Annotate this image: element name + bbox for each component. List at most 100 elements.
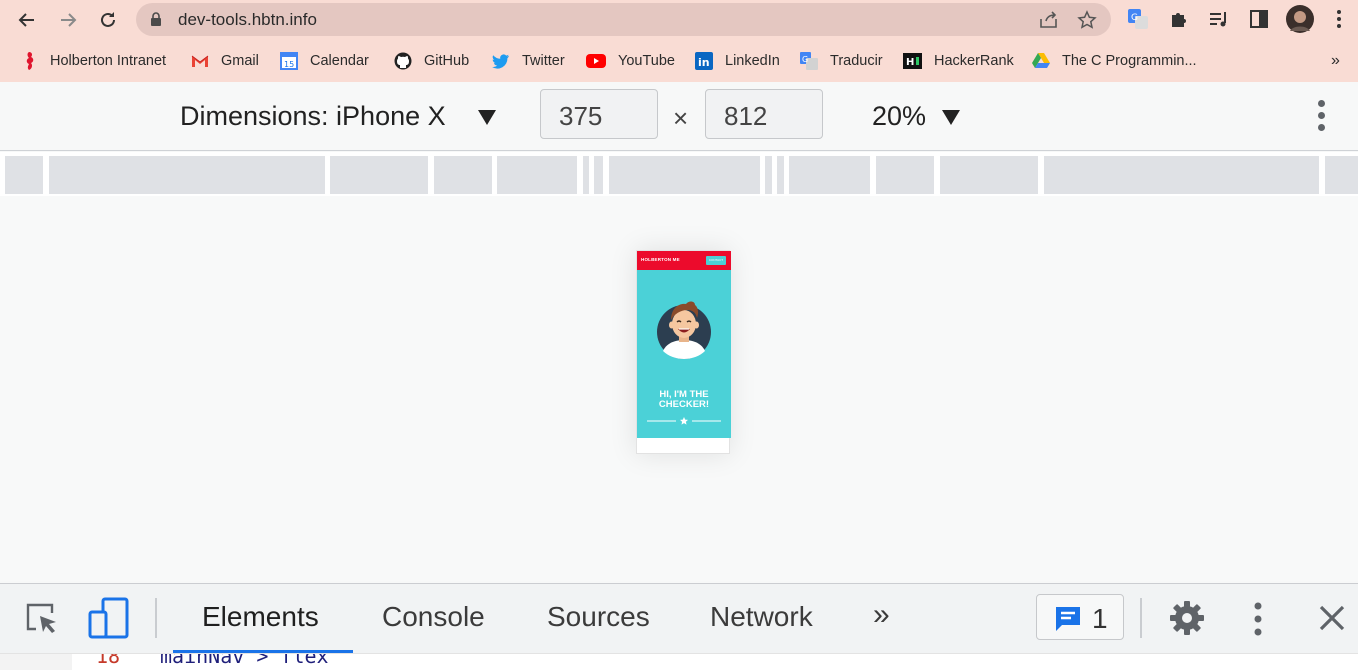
calendar-icon: 15 [280,52,298,70]
more-tabs-chevron-icon[interactable]: » [873,598,890,632]
close-devtools-icon[interactable] [1318,604,1346,632]
bookmark-github[interactable]: GitHub [394,50,469,72]
media-query-segment[interactable] [594,156,603,194]
url-text: dev-tools.hbtn.info [178,10,317,29]
side-panel-button[interactable] [1247,7,1271,31]
device-dimensions-select[interactable]: Dimensions: iPhone X [180,101,446,132]
browser-chrome: dev-tools.hbtn.info G Holberton Intranet [0,0,1358,82]
toolbar-divider [155,598,157,638]
bookmark-traducir[interactable]: G Traducir [800,50,883,72]
bookmark-linkedin[interactable]: in LinkedIn [695,50,780,72]
bookmark-label: GitHub [424,53,470,69]
device-toolbar: Dimensions: iPhone X 375 × 812 20% [0,82,1358,151]
bookmark-label: Twitter [522,53,565,69]
media-query-segment[interactable] [609,156,760,194]
bookmark-label: The C Programmin... [1062,53,1197,69]
dimensions-dropdown-icon[interactable] [478,110,496,125]
devtools-menu-icon[interactable] [1252,601,1264,637]
overflow-chevron-icon: » [1331,52,1340,69]
media-query-segment[interactable] [497,156,577,194]
zoom-select[interactable]: 20% [872,101,926,132]
extensions-button[interactable] [1167,7,1191,31]
profile-avatar[interactable] [1286,5,1314,33]
bookmark-c-programming[interactable]: The C Programmin... [1032,50,1197,72]
inspect-element-icon[interactable] [24,601,60,637]
line-number: 18 [96,653,121,668]
bookmark-label: Gmail [221,53,259,69]
bookmark-youtube[interactable]: YouTube [586,50,675,72]
star-divider-icon [647,417,721,425]
forward-arrow-icon [61,13,77,27]
media-query-segment[interactable] [330,156,428,194]
lock-icon [151,12,161,26]
device-toolbar-menu-button[interactable] [1314,100,1328,136]
bookmark-label: LinkedIn [725,53,780,69]
svg-text:15: 15 [284,60,294,69]
kebab-menu-icon [1337,10,1341,28]
translate-ext-icon: G [1128,9,1148,29]
bookmark-label: Traducir [830,53,883,69]
media-query-segment[interactable] [49,156,325,194]
tab-elements[interactable]: Elements [202,601,319,633]
svg-text:in: in [698,56,710,69]
media-query-segment[interactable] [1044,156,1319,194]
browser-menu-button[interactable] [1327,7,1351,31]
tab-console[interactable]: Console [382,601,485,633]
device-toggle-icon[interactable] [88,597,130,639]
address-bar[interactable]: dev-tools.hbtn.info [136,3,1111,36]
linkedin-icon: in [695,52,713,70]
address-row: dev-tools.hbtn.info G [0,0,1358,40]
devtools-tabbar: Elements Console Sources Network » 1 [0,583,1358,654]
back-button[interactable] [14,7,40,33]
reload-button[interactable] [95,7,121,33]
media-query-segment[interactable] [876,156,934,194]
youtube-icon [586,52,606,70]
translate-icon: G [800,52,818,70]
bookmark-gmail[interactable]: Gmail [191,50,259,72]
phone-contact-button[interactable]: CONTACT [706,256,726,265]
gmail-icon [191,52,209,70]
bookmark-holberton-intranet[interactable]: Holberton Intranet [20,50,166,72]
tab-sources[interactable]: Sources [547,601,650,633]
settings-gear-icon[interactable] [1168,599,1206,637]
elements-code-panel: 18 mainNav > flex [0,653,1358,670]
media-list-icon [1210,12,1226,27]
media-query-segment[interactable] [434,156,492,194]
tab-network[interactable]: Network [710,601,813,633]
hackerrank-icon: H [903,52,922,70]
github-icon [394,52,412,70]
media-query-segment[interactable] [5,156,43,194]
media-query-segment[interactable] [777,156,784,194]
height-input[interactable]: 812 [705,89,823,139]
issues-count: 1 [1092,603,1108,634]
reading-list-button[interactable] [1207,7,1231,31]
bookmarks-overflow-button[interactable]: » [1331,50,1340,72]
star-icon[interactable] [1077,10,1097,30]
puzzle-icon [1172,13,1186,27]
phone-brand: HOLBERTON ME [641,257,680,262]
svg-text:G: G [1131,13,1138,23]
bookmark-hackerrank[interactable]: H HackerRank [903,50,1014,72]
media-query-segment[interactable] [583,156,589,194]
bookmark-twitter[interactable]: Twitter [492,50,565,72]
share-icon[interactable] [1038,10,1060,30]
google-translate-extension[interactable]: G [1126,7,1150,31]
holberton-icon [20,52,38,70]
dimension-separator: × [673,103,689,133]
back-arrow-icon [18,13,34,27]
zoom-dropdown-icon[interactable] [942,110,960,125]
code-text[interactable]: mainNav > flex [160,654,329,668]
bookmark-calendar[interactable]: 15 Calendar [280,50,369,72]
media-query-segment[interactable] [789,156,870,194]
media-query-segment[interactable] [940,156,1038,194]
svg-text:H: H [906,57,914,68]
phone-preview[interactable]: HOLBERTON ME CONTACT HI, I'M THE CHECKER… [636,250,731,454]
forward-button[interactable] [55,7,81,33]
width-input[interactable]: 375 [540,89,658,139]
media-query-segment[interactable] [765,156,772,194]
svg-text:G: G [802,55,808,64]
drive-icon [1032,52,1050,70]
media-query-segment[interactable] [1325,156,1358,194]
bookmarks-bar: Holberton Intranet Gmail 15 Calendar Git… [0,40,1358,82]
issues-button[interactable]: 1 [1036,594,1124,640]
